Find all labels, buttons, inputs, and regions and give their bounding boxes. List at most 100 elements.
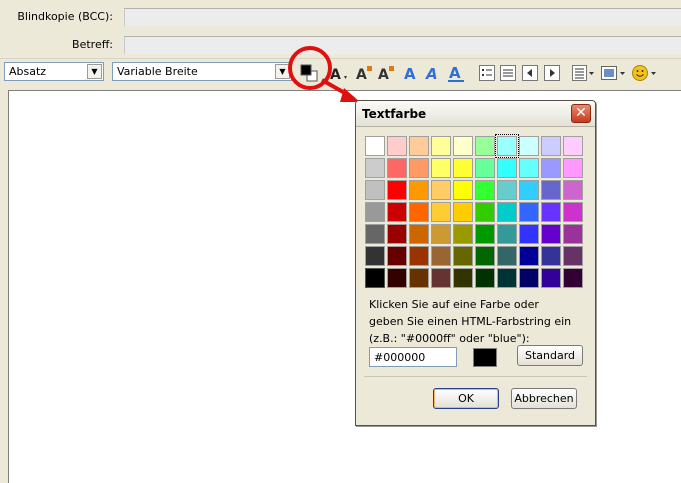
svg-text:A: A [378, 67, 389, 82]
instruction-text: Klicken Sie auf eine Farbe oder geben Si… [369, 296, 571, 347]
color-swatch[interactable] [431, 224, 451, 244]
insert-image-button[interactable] [601, 63, 627, 83]
color-swatch[interactable] [497, 180, 517, 200]
paragraph-format-value: Absatz [9, 65, 47, 78]
color-swatch[interactable] [387, 180, 407, 200]
color-swatch[interactable] [387, 268, 407, 288]
color-swatch[interactable] [519, 202, 539, 222]
bcc-input[interactable] [124, 8, 681, 26]
color-swatch[interactable] [475, 158, 495, 178]
color-swatch[interactable] [497, 202, 517, 222]
color-swatch[interactable] [519, 158, 539, 178]
color-swatch[interactable] [365, 224, 385, 244]
italic-button[interactable]: A [424, 63, 442, 83]
color-swatch[interactable] [475, 180, 495, 200]
color-swatch[interactable] [365, 246, 385, 266]
color-swatch[interactable] [453, 268, 473, 288]
svg-text:A: A [404, 65, 416, 82]
subject-input[interactable] [124, 36, 681, 54]
font-larger-button[interactable]: A [377, 63, 395, 83]
color-swatch[interactable] [563, 180, 583, 200]
font-select[interactable]: Variable Breite ▼ [112, 62, 292, 81]
color-swatch[interactable] [563, 268, 583, 288]
color-swatch[interactable] [453, 202, 473, 222]
color-swatch[interactable] [431, 136, 451, 156]
color-swatch[interactable] [431, 246, 451, 266]
color-swatch[interactable] [519, 180, 539, 200]
chevron-down-icon[interactable]: ▼ [87, 64, 102, 79]
color-swatch[interactable] [541, 224, 561, 244]
color-preview-swatch [473, 348, 497, 367]
color-swatch[interactable] [453, 136, 473, 156]
color-hex-input[interactable]: #000000 [369, 347, 457, 367]
color-swatch[interactable] [387, 158, 407, 178]
color-swatch[interactable] [431, 202, 451, 222]
color-swatch[interactable] [431, 180, 451, 200]
color-swatch[interactable] [563, 202, 583, 222]
color-swatch[interactable] [563, 136, 583, 156]
close-button[interactable]: ✕ [571, 104, 591, 123]
color-swatch[interactable] [519, 268, 539, 288]
color-swatch[interactable] [409, 224, 429, 244]
color-swatch[interactable] [475, 246, 495, 266]
color-swatch[interactable] [475, 136, 495, 156]
cancel-button[interactable]: Abbrechen [511, 388, 577, 409]
emoticon-button[interactable] [632, 63, 658, 83]
color-swatch[interactable] [495, 134, 519, 158]
indent-button[interactable] [543, 63, 561, 83]
paragraph-format-select[interactable]: Absatz ▼ [4, 62, 104, 81]
color-swatch[interactable] [453, 158, 473, 178]
color-swatch[interactable] [541, 136, 561, 156]
color-swatch[interactable] [365, 158, 385, 178]
numbered-list-button[interactable] [499, 63, 517, 83]
color-swatch[interactable] [497, 246, 517, 266]
color-swatch[interactable] [409, 180, 429, 200]
bold-button[interactable]: A [402, 63, 420, 83]
ok-button[interactable]: OK [433, 388, 499, 409]
color-swatch[interactable] [475, 268, 495, 288]
svg-text:A: A [425, 65, 438, 82]
color-swatch[interactable] [453, 246, 473, 266]
color-swatch[interactable] [541, 202, 561, 222]
color-swatch[interactable] [497, 158, 517, 178]
color-swatch[interactable] [409, 202, 429, 222]
color-swatch[interactable] [365, 136, 385, 156]
close-icon: ✕ [575, 105, 587, 121]
color-swatch[interactable] [409, 136, 429, 156]
color-swatch[interactable] [475, 202, 495, 222]
color-swatch[interactable] [387, 136, 407, 156]
color-swatch[interactable] [519, 246, 539, 266]
color-swatch[interactable] [519, 224, 539, 244]
color-swatch[interactable] [497, 268, 517, 288]
color-swatch[interactable] [497, 224, 517, 244]
color-swatch[interactable] [365, 202, 385, 222]
color-swatch[interactable] [541, 246, 561, 266]
bulleted-list-button[interactable] [478, 63, 496, 83]
outdent-icon [522, 65, 538, 81]
color-swatch[interactable] [387, 202, 407, 222]
color-swatch[interactable] [563, 224, 583, 244]
underline-button[interactable]: A [447, 63, 465, 83]
color-swatch[interactable] [409, 268, 429, 288]
color-swatch[interactable] [453, 180, 473, 200]
color-swatch[interactable] [431, 268, 451, 288]
color-swatch[interactable] [563, 246, 583, 266]
color-swatch[interactable] [387, 246, 407, 266]
color-swatch[interactable] [475, 224, 495, 244]
color-swatch[interactable] [431, 158, 451, 178]
color-swatch[interactable] [365, 268, 385, 288]
color-swatch[interactable] [453, 224, 473, 244]
color-swatch[interactable] [541, 158, 561, 178]
dialog-titlebar[interactable]: Textfarbe ✕ [356, 101, 595, 127]
color-swatch[interactable] [409, 246, 429, 266]
standard-button[interactable]: Standard [517, 345, 583, 366]
color-swatch[interactable] [409, 158, 429, 178]
color-swatch[interactable] [541, 268, 561, 288]
color-swatch[interactable] [541, 180, 561, 200]
outdent-button[interactable] [521, 63, 539, 83]
color-swatch[interactable] [519, 136, 539, 156]
color-swatch[interactable] [365, 180, 385, 200]
color-swatch[interactable] [563, 158, 583, 178]
align-button[interactable] [572, 63, 596, 83]
color-swatch[interactable] [387, 224, 407, 244]
